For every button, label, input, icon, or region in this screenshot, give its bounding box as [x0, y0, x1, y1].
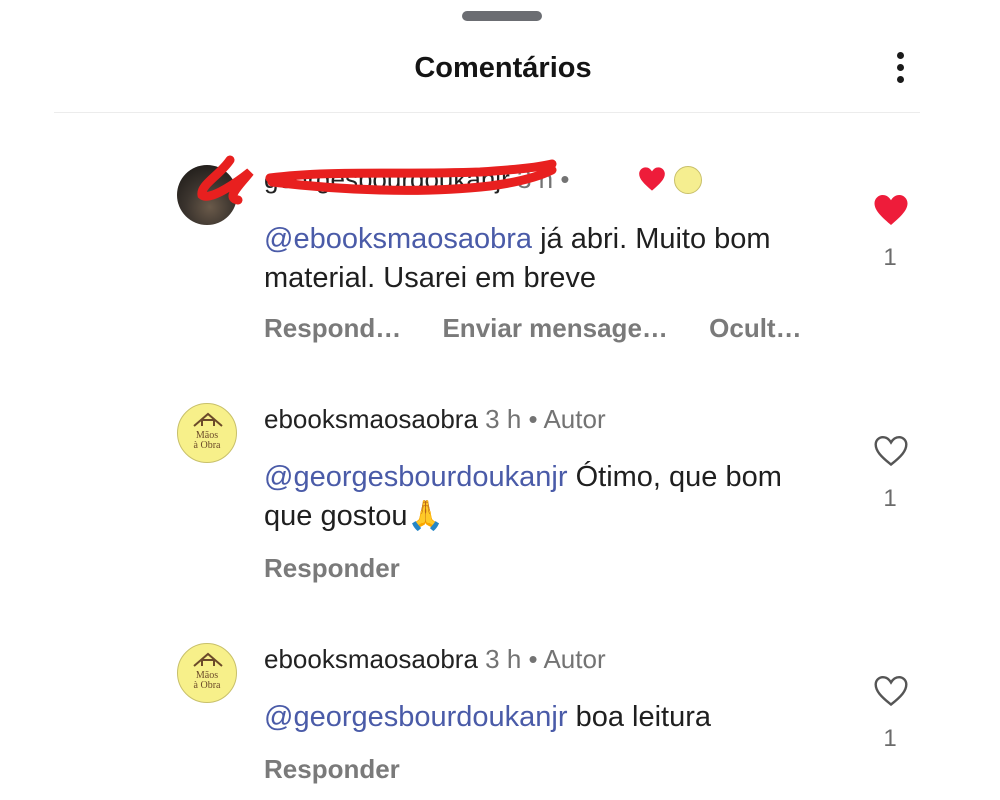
like-count: 1 — [883, 244, 897, 271]
reply-button[interactable]: Respond… — [264, 313, 401, 343]
brand-logo-text: Mãos à Obra — [193, 430, 221, 451]
mention-link[interactable]: @georgesbourdoukanjr — [264, 701, 568, 733]
comment-text: @georgesbourdoukanjr boa leitura — [264, 698, 824, 737]
comment-body: boa leitura — [567, 701, 712, 733]
liked-by-author-heart-icon — [639, 167, 665, 191]
comment-text: @georgesbourdoukanjr Ótimo, que bom que … — [264, 458, 824, 536]
like-count: 1 — [883, 485, 897, 512]
hide-button[interactable]: Ocult… — [709, 313, 801, 343]
comment-text: @ebooksmaosaobra já abri. Muito bom mate… — [264, 220, 824, 298]
comment-actions: Responder — [264, 553, 434, 584]
comment-meta: ebooksmaosaobra 3 h • Autor — [264, 644, 606, 675]
separator-dot: • — [528, 644, 538, 674]
comment-meta: ebooksmaosaobra 3 h • Autor — [264, 404, 606, 435]
username[interactable]: ebooksmaosaobra — [264, 404, 478, 434]
send-message-button[interactable]: Enviar mensage… — [442, 313, 667, 343]
author-mini-avatar — [674, 166, 702, 194]
mention-link[interactable]: @ebooksmaosaobra — [264, 223, 532, 255]
author-badge: Autor — [543, 644, 606, 674]
drag-handle[interactable] — [462, 11, 542, 21]
header-divider — [54, 112, 920, 113]
like-heart-filled-icon[interactable] — [873, 193, 909, 227]
reply-button[interactable]: Responder — [264, 754, 400, 784]
reply-button[interactable]: Responder — [264, 553, 400, 583]
house-roof-icon — [193, 412, 223, 427]
like-heart-outline-icon[interactable] — [873, 434, 909, 468]
avatar[interactable]: Mãos à Obra — [177, 403, 237, 463]
like-count: 1 — [883, 725, 897, 752]
author-badge: Autor — [543, 404, 606, 434]
brand-logo-text: Mãos à Obra — [193, 670, 221, 691]
avatar[interactable]: Mãos à Obra — [177, 643, 237, 703]
timestamp: 3 h — [485, 404, 522, 434]
like-heart-outline-icon[interactable] — [873, 674, 909, 708]
username[interactable]: ebooksmaosaobra — [264, 644, 478, 674]
mention-link[interactable]: @georgesbourdoukanjr — [264, 461, 568, 493]
house-roof-icon — [193, 652, 223, 667]
separator-dot: • — [528, 404, 538, 434]
comment-actions: Responder — [264, 754, 434, 785]
redaction-scribble — [197, 155, 557, 205]
timestamp: 3 h — [485, 644, 522, 674]
page-title: Comentários — [414, 52, 592, 84]
comment-actions: Respond… Enviar mensage… Ocult… — [264, 313, 836, 344]
more-vertical-icon[interactable] — [882, 48, 918, 88]
separator-dot: • — [560, 164, 570, 194]
